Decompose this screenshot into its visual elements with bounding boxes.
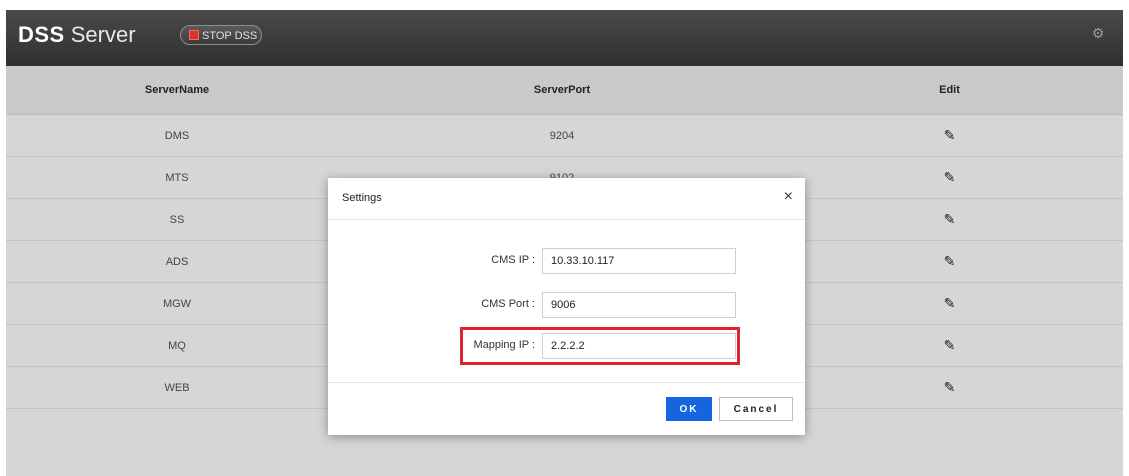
dialog-header: Settings ×	[328, 178, 805, 220]
pencil-icon[interactable]: ✎	[944, 253, 956, 270]
table-row: DMS 9204 ✎	[6, 115, 1123, 157]
server-name-cell: ADS	[165, 255, 189, 268]
stop-dss-button[interactable]: STOP DSS	[180, 25, 262, 45]
pencil-icon[interactable]: ✎	[944, 127, 956, 144]
settings-dialog: Settings × CMS IP : CMS Port : Mapping I…	[328, 178, 805, 435]
column-header-servername: ServerName	[144, 84, 210, 96]
table-header: ServerName ServerPort Edit	[6, 66, 1123, 115]
pencil-icon[interactable]: ✎	[944, 295, 956, 312]
dialog-footer: OK Cancel	[328, 382, 805, 435]
brand-strong: DSS	[18, 22, 65, 47]
stop-dss-label: STOP DSS	[202, 30, 258, 42]
mapping-ip-row: Mapping IP :	[328, 333, 805, 359]
pencil-icon[interactable]: ✎	[944, 337, 956, 354]
cancel-button[interactable]: Cancel	[719, 397, 793, 421]
ok-button[interactable]: OK	[666, 397, 712, 421]
stop-icon	[189, 30, 199, 40]
column-header-edit: Edit	[939, 84, 960, 96]
server-name-cell: WEB	[164, 381, 190, 394]
server-name-cell: SS	[169, 213, 185, 226]
gear-icon[interactable]: ⚙	[1091, 26, 1105, 40]
server-name-cell: DMS	[164, 129, 190, 142]
pencil-icon[interactable]: ✎	[944, 211, 956, 228]
close-icon[interactable]: ×	[784, 187, 793, 207]
server-name-cell: MTS	[165, 171, 189, 184]
pencil-icon[interactable]: ✎	[944, 169, 956, 186]
cms-ip-input[interactable]	[542, 248, 736, 274]
cms-ip-row: CMS IP :	[328, 248, 805, 274]
server-name-cell: MQ	[168, 339, 186, 352]
dss-server-app: DSS Server STOP DSS ⚙ ServerName ServerPo…	[6, 10, 1123, 476]
brand-light: Server	[70, 22, 136, 47]
mapping-ip-label: Mapping IP :	[473, 339, 535, 351]
server-port-cell: 9204	[549, 129, 575, 142]
header-bar: DSS Server STOP DSS ⚙	[6, 10, 1123, 66]
cms-ip-label: CMS IP :	[491, 254, 535, 266]
app-brand: DSS Server	[18, 20, 136, 50]
pencil-icon[interactable]: ✎	[944, 379, 956, 396]
column-header-serverport: ServerPort	[533, 84, 591, 96]
cms-port-row: CMS Port :	[328, 292, 805, 318]
server-name-cell: MGW	[162, 297, 192, 310]
cms-port-label: CMS Port :	[481, 298, 535, 310]
mapping-ip-input[interactable]	[542, 333, 736, 359]
cms-port-input[interactable]	[542, 292, 736, 318]
dialog-title: Settings	[342, 192, 382, 204]
